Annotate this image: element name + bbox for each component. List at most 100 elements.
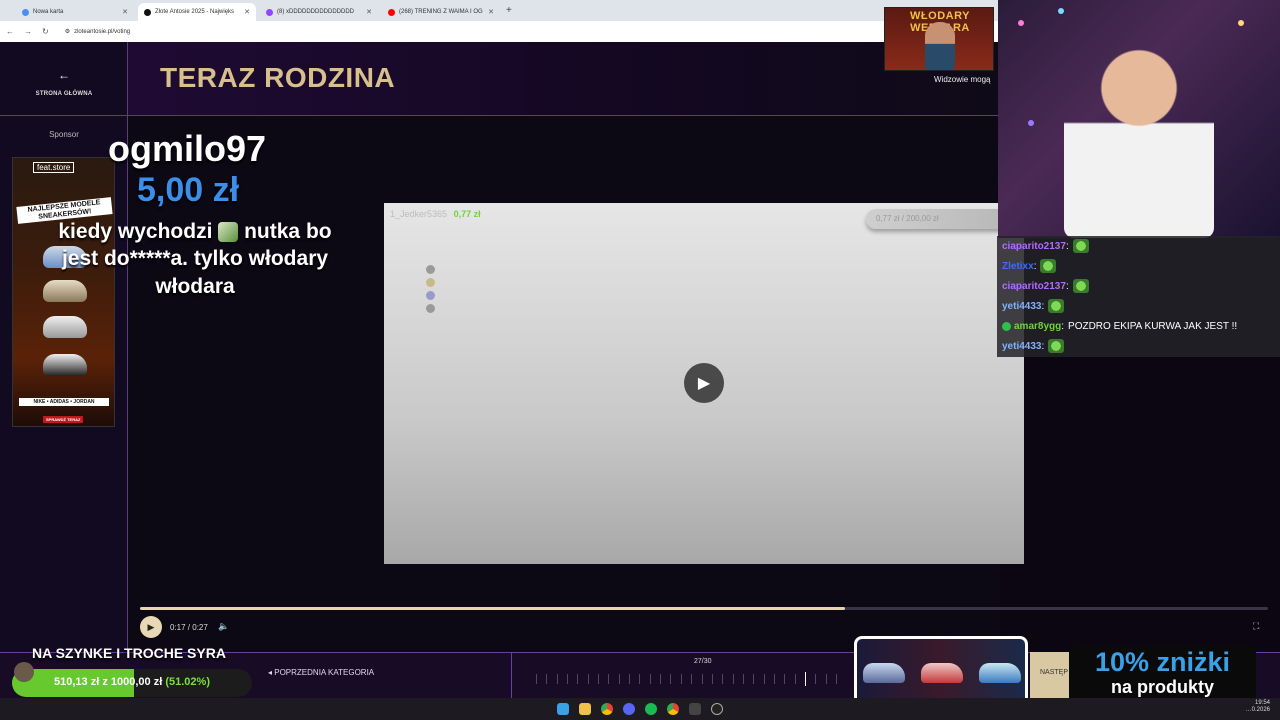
category-tick[interactable] <box>826 674 827 684</box>
sneaker-icon <box>43 354 87 376</box>
category-tick[interactable] <box>577 674 578 684</box>
category-tick[interactable] <box>815 674 816 684</box>
tab-close-icon[interactable]: ✕ <box>122 8 128 16</box>
video-donor-line: 1_Jedker5365 0,77 zł <box>390 209 481 219</box>
spotify-icon[interactable] <box>645 703 657 715</box>
play-icon[interactable]: ▶ <box>684 363 724 403</box>
category-tick[interactable] <box>536 674 537 684</box>
sneaker-icon <box>863 663 905 683</box>
streamer-silhouette <box>1064 38 1214 238</box>
fullscreen-icon[interactable]: ⛶ <box>1253 621 1259 632</box>
chat-username[interactable]: ciaparito2137 <box>1002 281 1066 292</box>
category-tick[interactable] <box>567 674 568 684</box>
chat-username[interactable]: Zletixx <box>1002 261 1034 272</box>
browser-tab-active[interactable]: Złote Antosie 2025 - Najwięks ✕ <box>138 3 256 21</box>
chat-colon: : <box>1041 300 1045 312</box>
category-tick[interactable] <box>681 674 682 684</box>
category-tick[interactable] <box>557 674 558 684</box>
category-tick[interactable] <box>733 674 734 684</box>
verified-badge-icon <box>1002 321 1011 331</box>
tab-close-icon[interactable]: ✕ <box>488 8 494 16</box>
new-tab-icon[interactable]: + <box>506 5 512 16</box>
home-label: STRONA GŁÓWNA <box>35 91 93 97</box>
browser-tab[interactable]: Nowa karta ✕ <box>16 3 134 21</box>
category-tick[interactable] <box>650 674 651 684</box>
category-tick[interactable] <box>598 674 599 684</box>
discord-icon[interactable] <box>623 703 635 715</box>
promo-discount-sub: na produkty <box>1110 676 1214 697</box>
category-tick-current[interactable] <box>805 672 806 686</box>
dot-icon <box>426 265 435 274</box>
folder-icon[interactable] <box>579 703 591 715</box>
light-icon <box>1028 120 1034 126</box>
category-tick[interactable] <box>670 674 671 684</box>
chat-username[interactable]: yeti4433 <box>1002 341 1041 352</box>
chrome-icon[interactable] <box>601 703 613 715</box>
promo-discount-text: 10% zniżki <box>1094 647 1231 677</box>
tab-close-icon[interactable]: ✕ <box>244 8 250 16</box>
browser-tab[interactable]: (268) TRENING Z WAIMA I OG ✕ <box>382 3 500 21</box>
app-icon[interactable] <box>689 703 701 715</box>
sneaker-icon <box>43 316 87 338</box>
category-tick[interactable] <box>836 674 837 684</box>
url-text: zloteantosie.pl/voting <box>74 28 131 35</box>
chat-text: POZDRO EKIPA KURWA JAK JEST !! <box>1068 320 1238 332</box>
light-icon <box>1058 8 1064 14</box>
tab-title: (8) xDDDDDDDDDDDDDDD <box>277 9 354 15</box>
category-tick[interactable] <box>588 674 589 684</box>
reload-icon[interactable]: ↻ <box>42 27 49 36</box>
tab-favicon-icon <box>144 8 151 16</box>
previous-category-button[interactable]: ◂ POPRZEDNIA KATEGORIA <box>268 668 374 677</box>
category-tick[interactable] <box>546 674 547 684</box>
video-player[interactable]: 1_Jedker5365 0,77 zł 0,77 zł / 200,00 zł… <box>384 203 1024 564</box>
chat-username[interactable]: ciaparito2137 <box>1002 241 1066 252</box>
chat-message: amar8ygg: POZDRO EKIPA KURWA JAK JEST !! <box>1002 316 1280 336</box>
chat-colon: : <box>1065 240 1069 252</box>
windows-icon[interactable] <box>557 703 569 715</box>
play-icon[interactable]: ▶ <box>140 616 162 638</box>
emote-icon <box>1072 239 1089 253</box>
tab-close-icon[interactable]: ✕ <box>366 8 372 16</box>
browser-tab[interactable]: (8) xDDDDDDDDDDDDDDD ✕ <box>260 3 378 21</box>
url-field[interactable]: ⚙ zloteantosie.pl/voting <box>65 28 131 36</box>
category-tick[interactable] <box>764 674 765 684</box>
category-tick[interactable] <box>712 674 713 684</box>
arrow-left-icon: ← <box>58 68 70 82</box>
back-icon[interactable]: ← <box>6 27 14 36</box>
chat-username[interactable]: amar8ygg <box>1014 321 1061 332</box>
tab-favicon-icon <box>266 8 273 16</box>
category-tick[interactable] <box>608 674 609 684</box>
light-icon <box>1018 20 1024 26</box>
category-tick[interactable] <box>619 674 620 684</box>
category-tick[interactable] <box>691 674 692 684</box>
category-tick[interactable] <box>722 674 723 684</box>
chat-message: ciaparito2137: <box>1002 276 1280 296</box>
category-tick[interactable] <box>743 674 744 684</box>
category-tick[interactable] <box>639 674 640 684</box>
chat-colon: : <box>1061 320 1065 332</box>
category-tick[interactable] <box>784 674 785 684</box>
chat-username[interactable]: yeti4433 <box>1002 301 1041 312</box>
category-tick[interactable] <box>629 674 630 684</box>
seek-bar[interactable] <box>140 607 1268 610</box>
header-divider <box>0 115 1000 116</box>
chrome-alt-icon[interactable] <box>667 703 679 715</box>
home-link[interactable]: ← STRONA GŁÓWNA <box>0 68 128 100</box>
nav-divider <box>511 652 512 698</box>
ad-cta-button[interactable]: SPRAWDŹ TERAZ <box>43 416 84 423</box>
obs-icon[interactable] <box>711 703 723 715</box>
category-tick[interactable] <box>753 674 754 684</box>
forward-icon[interactable]: → <box>24 27 32 36</box>
category-tick[interactable] <box>795 674 796 684</box>
category-tick[interactable] <box>702 674 703 684</box>
stream-chat: ciaparito2137: Zletixx: ciaparito2137: yeti… <box>997 236 1280 357</box>
category-tick[interactable] <box>774 674 775 684</box>
goal-separator: z <box>102 676 108 688</box>
emote-icon <box>1048 339 1065 353</box>
page-header: TERAZ RODZINA <box>128 42 1000 115</box>
site-info-icon[interactable]: ⚙ <box>65 28 70 35</box>
volume-icon[interactable]: 🔈 <box>218 621 229 632</box>
poster-figure <box>925 22 955 70</box>
donation-username: ogmilo97 <box>108 128 267 169</box>
category-tick[interactable] <box>660 674 661 684</box>
